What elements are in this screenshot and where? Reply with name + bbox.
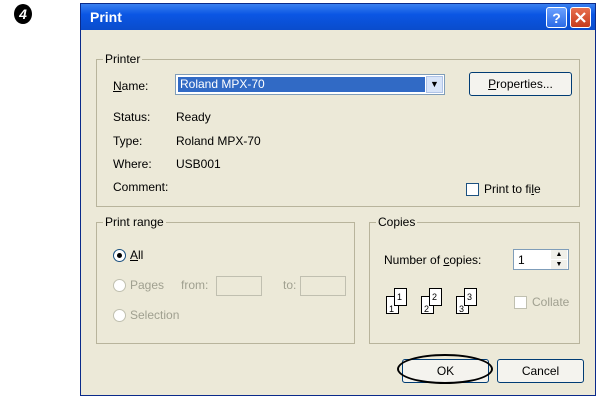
page-icon: 2 bbox=[429, 288, 442, 306]
where-label: Where: bbox=[113, 157, 152, 171]
to-label: to: bbox=[283, 278, 297, 292]
question-icon: ? bbox=[552, 10, 561, 26]
status-value: Ready bbox=[176, 110, 211, 124]
from-input[interactable] bbox=[216, 276, 262, 296]
window-title: Print bbox=[90, 9, 122, 25]
page-icon: 3 bbox=[464, 288, 477, 306]
type-label: Type: bbox=[113, 134, 143, 148]
printer-legend: Printer bbox=[103, 52, 143, 66]
all-radio[interactable] bbox=[113, 249, 126, 262]
close-icon bbox=[575, 12, 586, 23]
page-icon: 1 bbox=[394, 288, 407, 306]
cancel-button[interactable]: Cancel bbox=[497, 359, 584, 383]
number-of-copies-label: Number of copies: bbox=[384, 253, 482, 267]
svg-text:4: 4 bbox=[18, 6, 27, 22]
copies-value: 1 bbox=[518, 253, 525, 267]
properties-button[interactable]: Properties... bbox=[469, 72, 572, 96]
to-input[interactable] bbox=[300, 276, 346, 296]
copies-spinner[interactable]: 1 ▲ ▼ bbox=[513, 249, 569, 270]
copies-group: Copies bbox=[369, 215, 580, 344]
selection-radio[interactable] bbox=[113, 309, 126, 322]
help-button[interactable]: ? bbox=[546, 7, 567, 28]
collate-checkbox[interactable] bbox=[514, 296, 527, 309]
collate-label: Collate bbox=[532, 295, 570, 309]
svg-text:?: ? bbox=[552, 10, 561, 26]
step-number-badge: 4 bbox=[12, 3, 34, 25]
print-to-file-checkbox[interactable] bbox=[466, 183, 479, 196]
spin-up-icon[interactable]: ▲ bbox=[551, 250, 567, 259]
pages-label: Pages bbox=[130, 278, 165, 292]
selection-label: Selection bbox=[130, 308, 180, 322]
copies-legend: Copies bbox=[376, 215, 418, 229]
pages-radio[interactable] bbox=[113, 279, 126, 292]
highlight-ellipse bbox=[397, 354, 493, 384]
print-to-file-label: Print to file bbox=[484, 182, 541, 196]
status-label: Status: bbox=[113, 110, 151, 124]
from-label: from: bbox=[181, 278, 209, 292]
name-label: Name: bbox=[113, 79, 149, 93]
title-bar: Print ? bbox=[81, 4, 595, 30]
chevron-down-icon[interactable]: ▼ bbox=[426, 76, 443, 93]
print-range-legend: Print range bbox=[103, 215, 166, 229]
printer-name-value: Roland MPX-70 bbox=[178, 77, 425, 92]
printer-name-select[interactable]: Roland MPX-70 ▼ bbox=[175, 74, 445, 95]
comment-label: Comment: bbox=[113, 180, 169, 194]
where-value: USB001 bbox=[176, 157, 221, 171]
all-label: All bbox=[130, 248, 144, 262]
close-button[interactable] bbox=[570, 7, 591, 28]
spin-down-icon[interactable]: ▼ bbox=[551, 260, 567, 269]
type-value: Roland MPX-70 bbox=[176, 134, 261, 148]
